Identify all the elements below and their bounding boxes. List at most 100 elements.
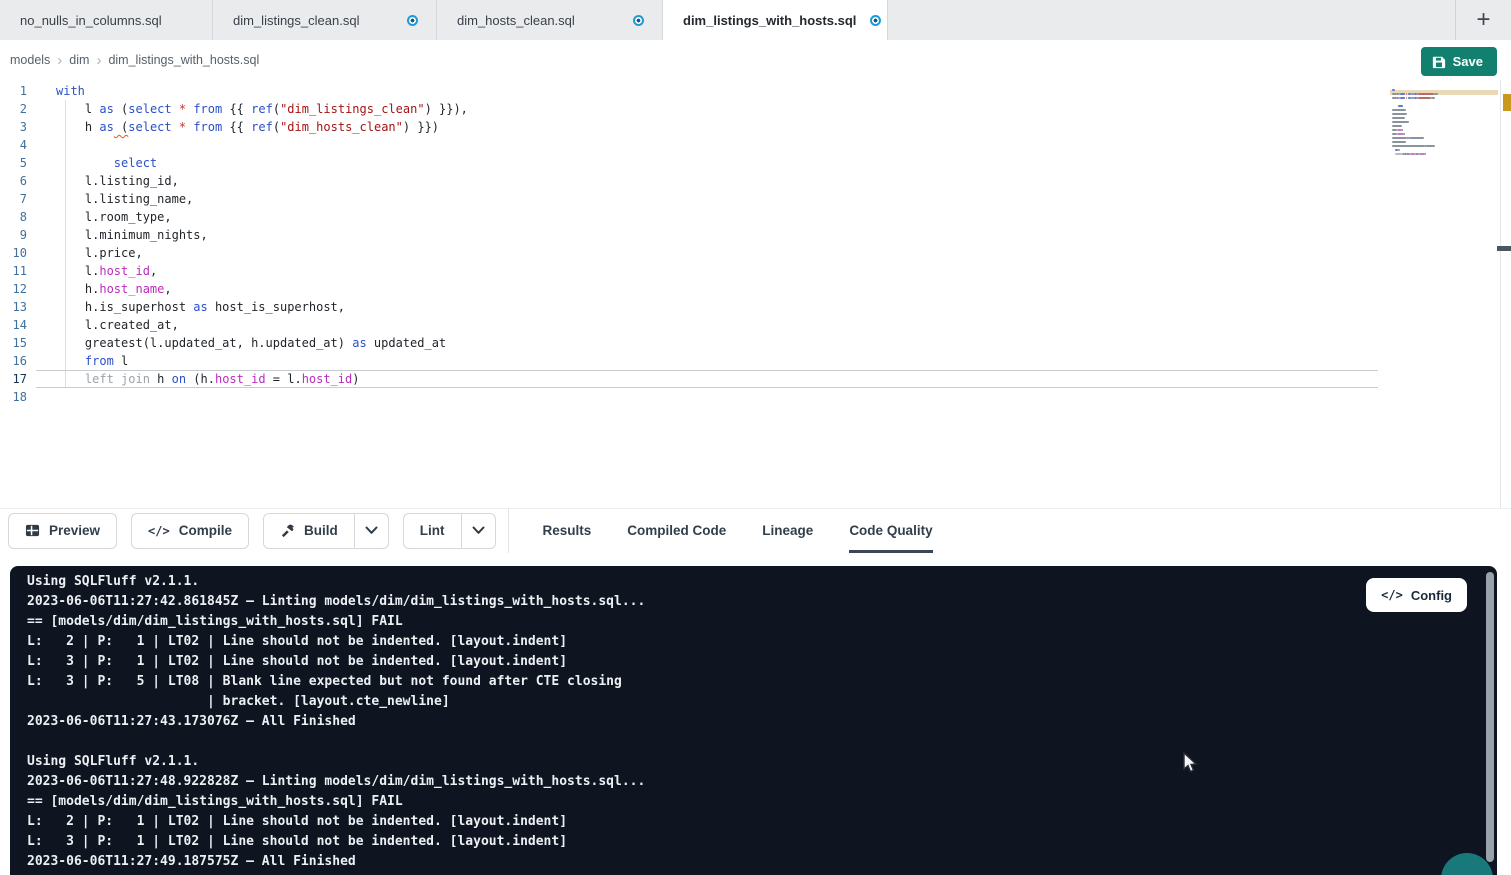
preview-button-main[interactable]: Preview xyxy=(9,514,116,548)
minimap-line xyxy=(1426,145,1435,147)
minimap-line xyxy=(1400,93,1405,95)
minimap-line xyxy=(1392,125,1402,127)
breadcrumb-segment[interactable]: dim_listings_with_hosts.sql xyxy=(108,53,259,67)
minimap-line xyxy=(1392,121,1409,123)
config-button[interactable]: </> Config xyxy=(1366,578,1467,612)
minimap-line xyxy=(1418,93,1434,95)
chevron-down-icon xyxy=(365,526,378,535)
lint-dropdown-toggle[interactable] xyxy=(461,514,495,548)
breadcrumb-segment[interactable]: models xyxy=(10,53,50,67)
tab-compiled-code[interactable]: Compiled Code xyxy=(627,509,726,553)
code-line: 12 h.host_name, xyxy=(0,280,1378,298)
editor-tab-dim-listings-clean-sql[interactable]: dim_listings_clean.sql xyxy=(213,0,437,40)
code-icon: </> xyxy=(148,524,170,538)
lint-output-terminal[interactable]: Using SQLFluff v2.1.1.2023-06-06T11:27:4… xyxy=(10,566,1497,875)
editor-tab-dim-hosts-clean-sql[interactable]: dim_hosts_clean.sql xyxy=(437,0,663,40)
code-line: 2 l as (select * from {{ ref("dim_listin… xyxy=(0,100,1378,118)
editor-tab-dim-listings-with-hosts-sql[interactable]: dim_listings_with_hosts.sql xyxy=(663,0,888,40)
minimap-line xyxy=(1398,105,1403,107)
minimap-line xyxy=(1406,93,1407,95)
terminal-line: L: 2 | P: 1 | LT02 | Line should not be … xyxy=(27,632,645,652)
code-line: 3 h as (select * from {{ ref("dim_hosts_… xyxy=(0,118,1378,136)
compile-button[interactable]: </>Compile xyxy=(131,513,249,549)
dbt-cloud-ide: no_nulls_in_columns.sql dim_listings_clea… xyxy=(0,0,1511,875)
table-icon xyxy=(25,523,40,538)
code-line: 17 left join h on (h.host_id = l.host_id… xyxy=(0,370,1378,388)
code-line: 8 l.room_type, xyxy=(0,208,1378,226)
code-line-text xyxy=(36,136,1378,154)
minimap-line xyxy=(1419,153,1425,155)
minimap-line xyxy=(1395,153,1402,155)
build-dropdown-toggle[interactable] xyxy=(354,514,388,548)
result-tabs: Results Compiled Code Lineage Code Quality xyxy=(543,509,933,553)
code-line: 4 xyxy=(0,136,1378,154)
terminal-line: | bracket. [layout.cte_newline] xyxy=(27,692,645,712)
preview-button[interactable]: Preview xyxy=(8,513,117,549)
code-line: 6 l.listing_id, xyxy=(0,172,1378,190)
overview-ruler-warning-marker xyxy=(1503,94,1511,111)
line-number: 9 xyxy=(0,226,36,244)
minimap-line xyxy=(1400,97,1405,99)
code-line-text: from l xyxy=(36,352,1378,370)
build-button-main[interactable]: Build xyxy=(264,514,354,548)
minimap-line xyxy=(1392,89,1395,91)
tab-label: dim_listings_with_hosts.sql xyxy=(683,13,856,28)
line-number: 17 xyxy=(0,370,36,388)
breadcrumb-segment[interactable]: dim xyxy=(69,53,89,67)
code-line-text: with xyxy=(36,82,1378,100)
lint-button-main[interactable]: Lint xyxy=(404,514,461,548)
compile-button-main[interactable]: </>Compile xyxy=(132,514,248,548)
minimap-line xyxy=(1431,97,1435,99)
code-line: 9 l.minimum_nights, xyxy=(0,226,1378,244)
breadcrumb-chevron-icon: › xyxy=(57,53,62,68)
minimap[interactable] xyxy=(1390,83,1498,195)
lint-button-label: Lint xyxy=(420,523,445,538)
code-line-text: l.price, xyxy=(36,244,1378,262)
minimap-line xyxy=(1402,129,1403,131)
terminal-line xyxy=(27,732,645,752)
line-number: 3 xyxy=(0,118,36,136)
tab-lineage[interactable]: Lineage xyxy=(762,509,813,553)
terminal-scrollbar[interactable] xyxy=(1486,572,1494,862)
terminal-line: == [models/dim/dim_listings_with_hosts.s… xyxy=(27,792,645,812)
code-line-text: l.room_type, xyxy=(36,208,1378,226)
code-line-text: greatest(l.updated_at, h.updated_at) as … xyxy=(36,334,1378,352)
minimap-line xyxy=(1392,141,1406,143)
terminal-line: == [models/dim/dim_listings_with_hosts.s… xyxy=(27,612,645,632)
line-number: 1 xyxy=(0,82,36,100)
tab-results[interactable]: Results xyxy=(543,509,592,553)
save-button[interactable]: Save xyxy=(1421,47,1497,76)
code-line-text: l.minimum_nights, xyxy=(36,226,1378,244)
code-editor[interactable]: 1with2 l as (select * from {{ ref("dim_l… xyxy=(0,80,1511,508)
editor-tabbar: no_nulls_in_columns.sql dim_listings_clea… xyxy=(0,0,1511,40)
code-line-text: left join h on (h.host_id = l.host_id) xyxy=(36,370,1378,388)
minimap-line xyxy=(1409,137,1424,139)
build-button-label: Build xyxy=(304,523,338,538)
terminal-line: L: 3 | P: 1 | LT02 | Line should not be … xyxy=(27,832,645,852)
hammer-icon xyxy=(280,523,295,538)
overview-ruler-position-marker xyxy=(1497,246,1511,251)
code-line-text: l.listing_id, xyxy=(36,172,1378,190)
terminal-output: Using SQLFluff v2.1.1.2023-06-06T11:27:4… xyxy=(27,572,645,872)
minimap-line xyxy=(1398,149,1400,151)
tab-code-quality[interactable]: Code Quality xyxy=(849,509,932,553)
terminal-line: L: 2 | P: 1 | LT02 | Line should not be … xyxy=(27,812,645,832)
minimap-line xyxy=(1418,97,1432,99)
unsaved-changes-dot-icon xyxy=(633,15,644,26)
code-line: 16 from l xyxy=(0,352,1378,370)
terminal-line: Using SQLFluff v2.1.1. xyxy=(27,572,645,592)
bottom-panel-toolbar: Preview </>Compile Build Lint Results Compil… xyxy=(0,508,1511,552)
tab-label: no_nulls_in_columns.sql xyxy=(20,13,162,28)
new-tab-button[interactable]: + xyxy=(1456,0,1511,40)
code-line-text: l.host_id, xyxy=(36,262,1378,280)
minimap-line xyxy=(1392,145,1425,147)
build-button[interactable]: Build xyxy=(263,513,389,549)
line-number: 6 xyxy=(0,172,36,190)
lint-button[interactable]: Lint xyxy=(403,513,496,549)
code-line-text: l as (select * from {{ ref("dim_listings… xyxy=(36,100,1378,118)
save-button-label: Save xyxy=(1453,54,1483,69)
code-line: 11 l.host_id, xyxy=(0,262,1378,280)
editor-tab-no-nulls-in-columns-sql[interactable]: no_nulls_in_columns.sql xyxy=(0,0,213,40)
breadcrumb: models›dim›dim_listings_with_hosts.sql xyxy=(10,40,259,80)
floppy-disk-icon xyxy=(1432,55,1446,69)
